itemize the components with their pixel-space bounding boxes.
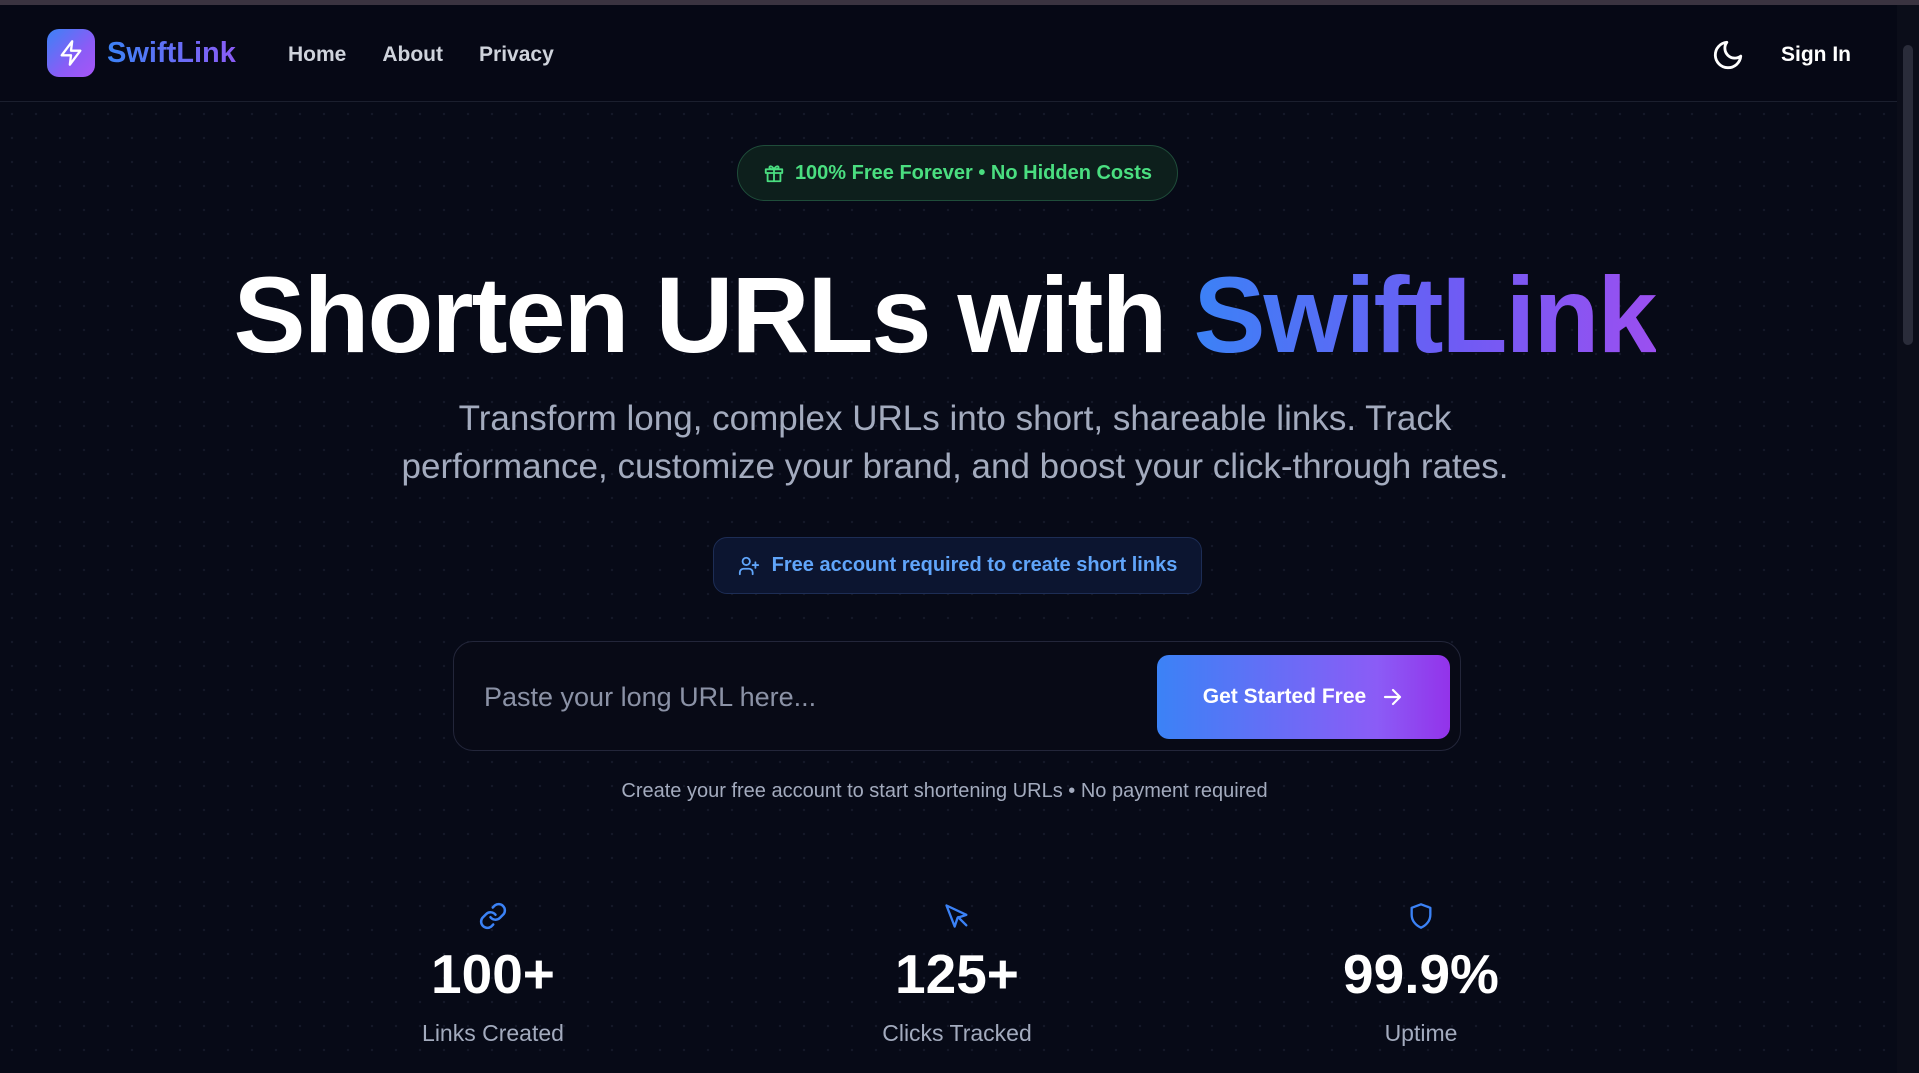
brand-logo[interactable]: SwiftLink <box>47 29 236 77</box>
free-badge: 100% Free Forever • No Hidden Costs <box>737 145 1178 201</box>
hero-subtitle: Transform long, complex URLs into short,… <box>401 399 1509 486</box>
link-icon <box>343 900 643 932</box>
stat-label: Clicks Tracked <box>882 1020 1032 1046</box>
stat-value: 100+ <box>431 943 555 1005</box>
get-started-button[interactable]: Get Started Free <box>1157 655 1450 739</box>
navbar: SwiftLink Home About Privacy Sign In <box>0 5 1897 102</box>
sign-in-button[interactable]: Sign In <box>1781 43 1851 67</box>
cursor-arrow-icon <box>807 900 1107 932</box>
stat-label: Links Created <box>422 1020 564 1046</box>
user-plus-icon <box>738 556 759 575</box>
gift-icon <box>764 165 784 183</box>
brand-name: SwiftLink <box>107 36 236 69</box>
long-url-input[interactable] <box>484 662 1124 732</box>
page-scrollbar[interactable] <box>1897 5 1919 1073</box>
hero-title-main: Shorten URLs with <box>233 254 1194 375</box>
nav-links: Home About Privacy <box>288 43 554 67</box>
helper-text: Create your free account to start shorte… <box>621 780 1268 802</box>
nav-link-home[interactable]: Home <box>288 43 346 67</box>
shield-icon <box>1271 900 1571 932</box>
badge-text: 100% Free Forever • No Hidden Costs <box>794 161 1153 184</box>
notice-text: Free account required to create short li… <box>771 554 1178 576</box>
stat-uptime: 99.9% Uptime <box>1271 900 1571 1047</box>
theme-toggle-button[interactable] <box>1708 35 1748 75</box>
arrow-right-icon <box>1384 688 1402 706</box>
account-notice: Free account required to create short li… <box>713 537 1202 594</box>
hero-title: Shorten URLs with SwiftLink <box>0 252 1919 377</box>
hero-title-accent: SwiftLink <box>1193 254 1658 375</box>
nav-link-about[interactable]: About <box>382 43 443 67</box>
stat-clicks-tracked: 125+ Clicks Tracked <box>807 900 1107 1047</box>
stat-value: 125+ <box>895 943 1019 1005</box>
stat-label: Uptime <box>1384 1020 1458 1046</box>
nav-link-privacy[interactable]: Privacy <box>479 43 554 67</box>
scrollbar-thumb[interactable] <box>1903 45 1913 345</box>
url-shortener-form: Get Started Free <box>453 641 1461 751</box>
stat-links-created: 100+ Links Created <box>343 900 643 1047</box>
stat-value: 99.9% <box>1343 943 1499 1005</box>
lightning-bolt-icon <box>47 29 95 77</box>
get-started-label: Get Started Free <box>1202 685 1367 708</box>
moon-icon <box>1713 40 1743 70</box>
